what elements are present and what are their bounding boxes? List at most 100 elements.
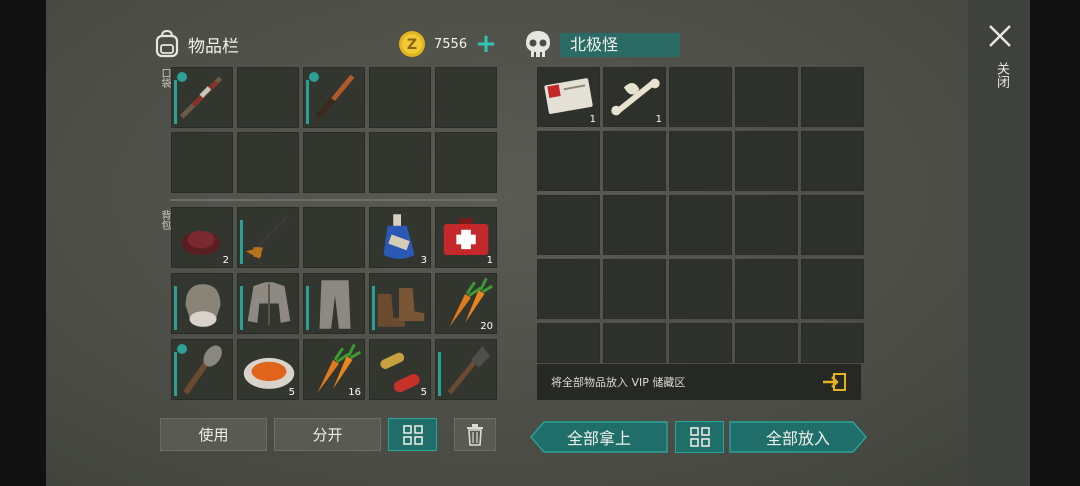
pocket-slot[interactable] xyxy=(435,132,497,193)
pocket-slot[interactable] xyxy=(237,132,299,193)
loot-slot[interactable] xyxy=(669,259,732,319)
item-count: 1 xyxy=(655,114,662,125)
pocket-slot[interactable] xyxy=(237,67,299,128)
put-all-label: 全部放入 xyxy=(765,429,830,448)
backpack-slot[interactable] xyxy=(435,339,497,400)
loot-slot[interactable] xyxy=(801,259,864,319)
crossbow-icon xyxy=(245,214,290,259)
divider xyxy=(170,199,497,201)
take-all-button[interactable]: 全部拿上 xyxy=(530,421,668,453)
item-count: 20 xyxy=(480,321,493,332)
item-count: 5 xyxy=(420,387,427,398)
pocket-slot[interactable] xyxy=(369,67,431,128)
loot-slot[interactable] xyxy=(603,195,666,255)
grid-icon xyxy=(402,424,423,445)
pocket-slot[interactable] xyxy=(303,132,365,193)
backpack-slot[interactable]: 5 xyxy=(237,339,299,400)
backpack-slot[interactable] xyxy=(303,207,365,268)
coin-count: 7556 xyxy=(434,36,468,52)
pockets-label: 口袋 xyxy=(159,68,170,88)
backpack-label: 背包 xyxy=(159,210,170,230)
loot-slot[interactable] xyxy=(603,323,666,363)
loot-slot[interactable] xyxy=(603,259,666,319)
put-all-button[interactable]: 全部放入 xyxy=(729,421,867,453)
coin-icon: Z xyxy=(399,31,425,57)
sort-inventory-button[interactable] xyxy=(388,418,437,451)
backpack-icon xyxy=(155,30,179,58)
loot-slot[interactable] xyxy=(537,131,600,191)
close-icon xyxy=(989,25,1011,47)
item-count: 1 xyxy=(486,255,493,266)
loot-slot[interactable] xyxy=(801,195,864,255)
loot-slot[interactable] xyxy=(735,131,798,191)
loot-slot[interactable]: 1 xyxy=(603,67,666,127)
screen-edge-right xyxy=(1030,0,1080,486)
backpack-slot[interactable] xyxy=(171,273,233,334)
inventory-header: 物品栏 xyxy=(154,30,239,58)
use-button[interactable]: 使用 xyxy=(160,418,267,451)
backpack-slot[interactable]: 1 xyxy=(435,207,497,268)
jacket-icon xyxy=(247,282,291,325)
loot-header: 北极怪 xyxy=(524,30,680,60)
loot-slot[interactable] xyxy=(801,323,864,363)
backpack-slot[interactable]: 3 xyxy=(369,207,431,268)
loot-slot[interactable] xyxy=(537,259,600,319)
loot-slot[interactable] xyxy=(735,67,798,127)
backpack-slot[interactable] xyxy=(237,273,299,334)
add-coins-button[interactable]: + xyxy=(475,31,497,57)
take-all-label: 全部拿上 xyxy=(566,429,631,448)
coin-display: Z 7556 + xyxy=(398,30,497,58)
trash-icon xyxy=(467,423,483,446)
loot-slot[interactable] xyxy=(669,67,732,127)
backpack-slot[interactable] xyxy=(171,339,233,400)
pocket-slot[interactable] xyxy=(171,132,233,193)
split-button[interactable]: 分开 xyxy=(274,418,381,451)
skull-icon xyxy=(526,31,550,57)
loot-slot[interactable] xyxy=(537,195,600,255)
hat-icon xyxy=(185,284,221,327)
loot-slot[interactable] xyxy=(669,195,732,255)
loot-slot[interactable] xyxy=(669,131,732,191)
backpack-slot[interactable]: 5 xyxy=(369,339,431,400)
vip-storage-text: 将全部物品放入 VIP 储藏区 xyxy=(551,376,686,389)
close-button[interactable] xyxy=(988,24,1012,52)
loot-slot[interactable] xyxy=(735,195,798,255)
grid-icon xyxy=(689,427,710,447)
item-count: 16 xyxy=(348,387,361,398)
loot-name: 北极怪 xyxy=(560,33,680,57)
loot-slot[interactable] xyxy=(801,67,864,127)
backpack-slot[interactable] xyxy=(237,207,299,268)
loot-slot[interactable] xyxy=(537,323,600,363)
svg-text:Z: Z xyxy=(407,37,417,53)
item-count: 1 xyxy=(589,114,596,125)
pocket-slot[interactable] xyxy=(303,67,365,128)
backpack-slot[interactable]: 2 xyxy=(171,207,233,268)
sort-loot-button[interactable] xyxy=(675,421,724,453)
vip-storage-bar[interactable]: 将全部物品放入 VIP 储藏区 xyxy=(537,364,861,400)
item-count: 2 xyxy=(222,255,229,266)
pants-icon xyxy=(319,280,351,329)
backpack-slot[interactable] xyxy=(303,273,365,334)
loot-slot[interactable] xyxy=(669,323,732,363)
knife-icon xyxy=(315,74,355,119)
loot-slot[interactable] xyxy=(801,131,864,191)
transfer-icon[interactable] xyxy=(821,372,847,392)
pocket-slot[interactable] xyxy=(369,132,431,193)
club-icon xyxy=(183,345,222,395)
rifle-icon xyxy=(179,76,223,119)
shovel-icon xyxy=(447,346,491,395)
backpack-slot[interactable] xyxy=(369,273,431,334)
item-count: 5 xyxy=(288,387,295,398)
loot-slot[interactable] xyxy=(735,323,798,363)
loot-slot[interactable] xyxy=(735,259,798,319)
pocket-slot[interactable] xyxy=(171,67,233,128)
backpack-slot[interactable]: 16 xyxy=(303,339,365,400)
item-count: 3 xyxy=(420,255,427,266)
close-label: 关闭 xyxy=(994,62,1009,88)
loot-slot[interactable]: 1 xyxy=(537,67,600,127)
pocket-slot[interactable] xyxy=(435,67,497,128)
trash-button[interactable] xyxy=(454,418,496,451)
boots-icon xyxy=(377,288,425,327)
loot-slot[interactable] xyxy=(603,131,666,191)
backpack-slot[interactable]: 20 xyxy=(435,273,497,334)
